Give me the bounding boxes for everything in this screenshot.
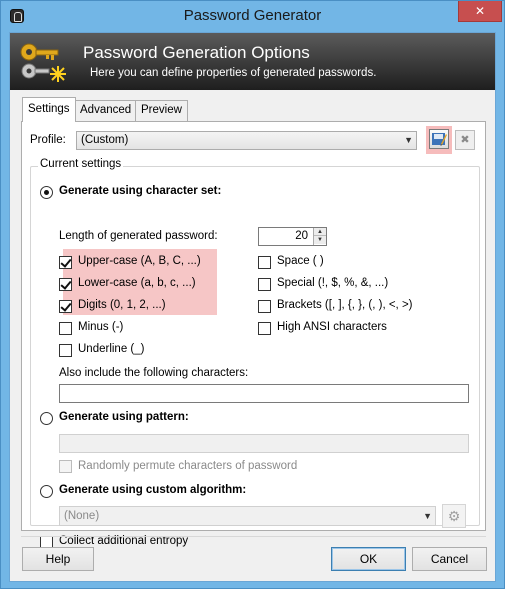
profile-dropdown[interactable]: (Custom) ▼ — [76, 131, 417, 150]
keys-icon — [20, 43, 66, 82]
permute-label: Randomly permute characters of password — [78, 460, 298, 472]
charset-radio-label: Generate using character set: — [59, 185, 222, 197]
save-profile-button[interactable] — [426, 126, 452, 154]
space-checkbox[interactable] — [258, 256, 271, 269]
title-bar: Password Generator ✕ — [1, 1, 504, 31]
space-label: Space ( ) — [277, 255, 324, 267]
pattern-radio[interactable] — [40, 412, 53, 425]
length-stepper[interactable]: 20 ▲ ▼ — [258, 227, 327, 246]
brackets-checkbox[interactable] — [258, 300, 271, 313]
brackets-label: Brackets ([, ], {, }, (, ), <, >) — [277, 299, 413, 311]
also-include-input[interactable] — [59, 384, 469, 403]
profile-value: (Custom) — [81, 134, 129, 146]
lowercase-checkbox[interactable] — [59, 278, 72, 291]
minus-checkbox[interactable] — [59, 322, 72, 335]
underline-checkbox[interactable] — [59, 344, 72, 357]
charset-radio[interactable] — [40, 186, 53, 199]
current-settings-title: Current settings — [38, 158, 124, 170]
banner-subtitle: Here you can define properties of genera… — [90, 67, 377, 79]
save-profile-icon — [429, 129, 449, 149]
banner-title: Password Generation Options — [83, 43, 310, 62]
digits-label: Digits (0, 1, 2, ...) — [78, 299, 166, 311]
minus-label: Minus (-) — [78, 321, 124, 333]
uppercase-checkbox[interactable] — [59, 256, 72, 269]
cancel-button[interactable]: Cancel — [412, 547, 487, 571]
length-value: 20 — [295, 230, 308, 242]
spin-down-icon[interactable]: ▼ — [314, 236, 326, 244]
spin-buttons: ▲ ▼ — [313, 228, 326, 245]
divider — [21, 536, 486, 537]
custom-algorithm-dropdown[interactable]: (None) ▼ — [59, 506, 436, 526]
high-ansi-label: High ANSI characters — [277, 321, 387, 333]
pattern-input[interactable] — [59, 434, 469, 453]
settings-panel: Profile: (Custom) ▼ ✖ Current settings G… — [21, 121, 486, 549]
tab-preview[interactable]: Preview — [135, 100, 188, 121]
also-include-label: Also include the following characters: — [59, 367, 249, 379]
length-label: Length of generated password: — [59, 230, 218, 242]
password-generator-window: Password Generator ✕ Password Generation… — [0, 0, 505, 589]
help-button[interactable]: Help — [22, 547, 94, 571]
pattern-radio-label: Generate using pattern: — [59, 411, 189, 423]
uppercase-label: Upper-case (A, B, C, ...) — [78, 255, 201, 267]
custom-algorithm-radio-label: Generate using custom algorithm: — [59, 484, 247, 496]
custom-algorithm-radio[interactable] — [40, 485, 53, 498]
underline-label: Underline (_) — [78, 343, 145, 355]
tab-settings[interactable]: Settings — [22, 97, 76, 122]
delete-profile-button[interactable]: ✖ — [455, 130, 475, 150]
custom-algorithm-value: (None) — [64, 510, 100, 522]
spin-up-icon[interactable]: ▲ — [314, 228, 326, 236]
gear-icon[interactable]: ⚙ — [442, 504, 466, 528]
close-button[interactable]: ✕ — [458, 1, 502, 22]
chevron-down-icon: ▼ — [404, 135, 413, 145]
tab-advanced[interactable]: Advanced — [74, 100, 138, 121]
special-label: Special (!, $, %, &, ...) — [277, 277, 389, 289]
permute-checkbox[interactable] — [59, 460, 72, 473]
chevron-down-icon: ▼ — [423, 511, 432, 521]
profile-label: Profile: — [30, 134, 66, 146]
special-checkbox[interactable] — [258, 278, 271, 291]
high-ansi-checkbox[interactable] — [258, 322, 271, 335]
ok-button[interactable]: OK — [331, 547, 406, 571]
dialog-client: Password Generation Options Here you can… — [9, 32, 496, 582]
digits-checkbox[interactable] — [59, 300, 72, 313]
banner: Password Generation Options Here you can… — [10, 33, 495, 90]
window-title: Password Generator — [183, 7, 322, 24]
lowercase-label: Lower-case (a, b, c, ...) — [78, 277, 196, 289]
